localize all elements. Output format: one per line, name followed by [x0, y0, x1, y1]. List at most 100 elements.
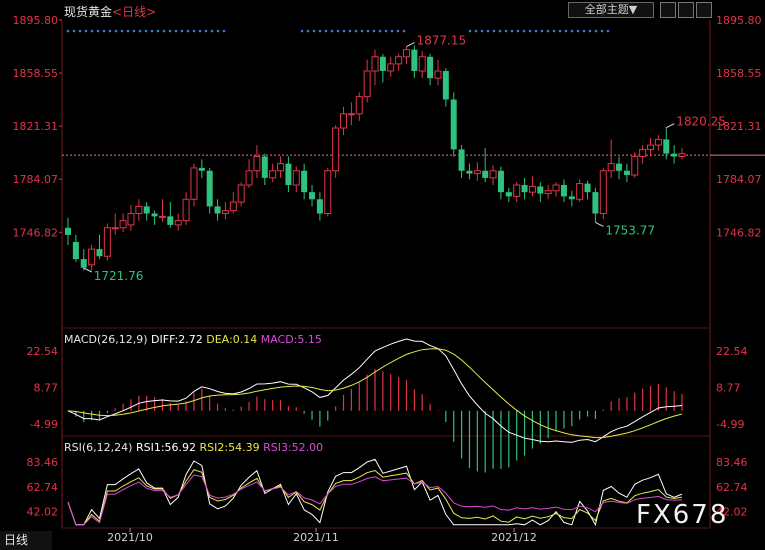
event-dot [144, 29, 148, 33]
candle-body [309, 192, 316, 200]
restore-icon[interactable] [660, 2, 676, 18]
candle-body [347, 113, 355, 116]
close-icon[interactable] [696, 2, 712, 18]
event-dot [540, 29, 544, 33]
period-button[interactable]: 日线 [0, 531, 52, 550]
price-tick-left: 1858.55 [13, 67, 59, 80]
instrument-name: 现货黄金 [64, 5, 113, 19]
event-dot [192, 29, 196, 33]
candle-body [111, 227, 119, 230]
event-dot [132, 29, 136, 33]
candle-body [245, 170, 253, 186]
candle-body [214, 206, 221, 214]
candle-body [592, 192, 599, 214]
candle-body [261, 156, 268, 178]
candle-body [395, 56, 403, 65]
candle-body [568, 196, 575, 200]
rsi-tick-left: 62.74 [27, 481, 59, 494]
minimize-icon[interactable] [678, 2, 694, 18]
candle-body [387, 63, 395, 72]
candle-body [599, 170, 607, 215]
candle-body [316, 199, 323, 214]
event-dot [558, 29, 562, 33]
event-dot [342, 29, 346, 33]
candle-body [544, 190, 552, 195]
event-dot [366, 29, 370, 33]
rsi-tick-left: 42.02 [27, 506, 59, 519]
macd-tick-left: -4.99 [30, 418, 58, 431]
event-dot [552, 29, 556, 33]
candle-body [521, 185, 528, 193]
candle-body [174, 220, 182, 226]
event-dot [66, 29, 70, 33]
event-dot [570, 29, 574, 33]
event-dot [318, 29, 322, 33]
candle-body [158, 215, 166, 218]
event-dot [348, 29, 352, 33]
candle-body [292, 170, 300, 186]
event-dot [600, 29, 604, 33]
candle-body [552, 184, 560, 192]
macd-legend: MACD(26,12,9) DIFF:2.72 DEA:0.14 MACD:5.… [64, 333, 322, 346]
event-dot [168, 29, 172, 33]
rsi-tick-right: 83.46 [716, 456, 748, 469]
candle-body [584, 183, 591, 193]
event-dot [72, 29, 76, 33]
candle-body [442, 71, 449, 100]
theme-dropdown-button[interactable]: 全部主题▼ [568, 2, 654, 18]
event-dot [150, 29, 154, 33]
candle-body [103, 227, 111, 257]
candle-body [277, 163, 285, 172]
date-tick-label: 2021/12 [491, 531, 537, 544]
macd-tick-right: -4.99 [716, 418, 744, 431]
rsi3-line [67, 474, 683, 526]
macd-tick-right: 22.54 [716, 345, 748, 358]
annotation-label: 1877.15 [416, 34, 466, 48]
event-dot [384, 29, 388, 33]
candle-body [332, 127, 340, 172]
event-dot [78, 29, 82, 33]
event-dot [162, 29, 166, 33]
candle-body [560, 185, 567, 197]
macd-name: MACD(26,12,9) [64, 333, 148, 346]
annotation-pointer [406, 42, 415, 48]
event-dot [324, 29, 328, 33]
price-tick-right: 1784.07 [716, 173, 762, 186]
candle-body [237, 184, 245, 203]
annotation-label: 1820.25 [676, 115, 726, 129]
event-dot [204, 29, 208, 33]
watermark: FX678 [636, 500, 729, 530]
rsi-name: RSI(6,12,24) [64, 441, 133, 454]
event-dot [522, 29, 526, 33]
price-tick-left: 1784.07 [13, 173, 59, 186]
candle-body [623, 170, 630, 176]
event-dot [222, 29, 226, 33]
event-dot [582, 29, 586, 33]
event-dot [102, 29, 106, 33]
rsi-tick-right: 62.74 [716, 481, 748, 494]
event-dot [306, 29, 310, 33]
event-dot [138, 29, 142, 33]
event-dot [312, 29, 316, 33]
price-tick-left: 1746.82 [13, 226, 59, 239]
event-dot [498, 29, 502, 33]
macd-diff: DIFF:2.72 [151, 333, 203, 346]
macd-tick-left: 8.77 [34, 382, 59, 395]
rsi-tick-left: 83.46 [27, 456, 59, 469]
candle-body [65, 227, 71, 235]
candle-body [96, 249, 103, 257]
rsi3-value: RSI3:52.00 [263, 441, 324, 454]
event-dot [402, 29, 406, 33]
event-dot [198, 29, 202, 33]
rsi-legend: RSI(6,12,24) RSI1:56.92 RSI2:54.39 RSI3:… [64, 441, 323, 454]
rsi2-value: RSI2:54.39 [199, 441, 260, 454]
candle-body [371, 56, 379, 72]
date-tick-label: 2021/11 [293, 531, 339, 544]
event-dot [486, 29, 490, 33]
event-dot [396, 29, 400, 33]
event-dot [360, 29, 364, 33]
candle-body [489, 170, 497, 179]
period-label: <日线> [112, 5, 157, 19]
candle-body [647, 144, 655, 150]
event-dot [186, 29, 190, 33]
